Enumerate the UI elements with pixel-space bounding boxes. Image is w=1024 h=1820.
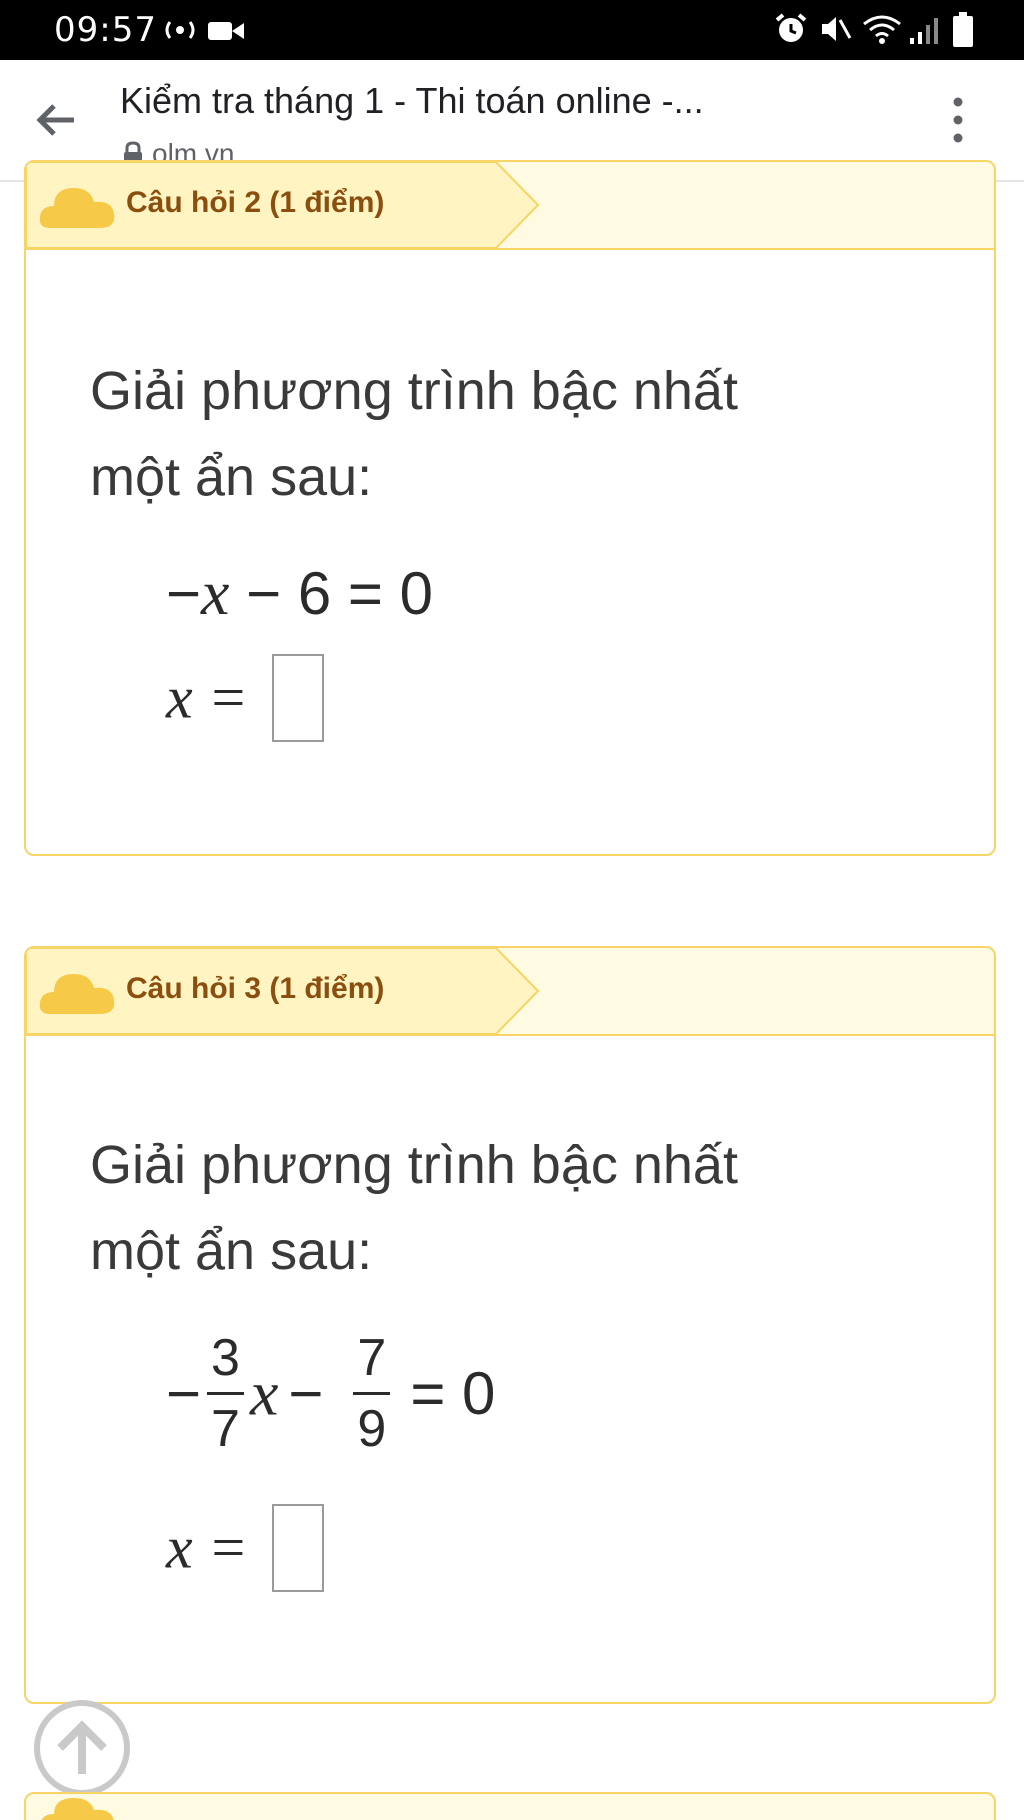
eq-rest: − 6 = 0 (229, 560, 433, 627)
answer-label: x = (166, 1514, 249, 1581)
fraction-2: 79 (353, 1328, 391, 1459)
answer-input[interactable] (272, 1504, 325, 1592)
page-title[interactable]: Kiểm tra tháng 1 - Thi toán online -... (120, 80, 840, 122)
question-title: Câu hỏi 3 (1 điểm) (126, 972, 385, 1005)
fraction-1: 37 (207, 1328, 244, 1459)
question-prompt: Giải phương trình bậc nhất một ẩn sau: (90, 348, 890, 520)
cloud-icon (39, 188, 115, 228)
prompt-line-1: Giải phương trình bậc nhất (90, 1135, 738, 1195)
more-vert-icon (953, 97, 963, 143)
fraction-1-denominator: 7 (211, 1400, 240, 1458)
battery-icon (953, 12, 973, 47)
wifi-icon (863, 15, 901, 44)
question-prompt: Giải phương trình bậc nhất một ẩn sau: (90, 1122, 890, 1294)
mute-icon (822, 17, 852, 41)
video-icon (208, 22, 244, 40)
cloud-icon (41, 1798, 114, 1820)
hotspot-icon (165, 21, 195, 39)
prompt-line-1: Giải phương trình bậc nhất (90, 361, 738, 421)
eq-rest: = 0 (410, 1360, 496, 1427)
question-card-2: Câu hỏi 2 (1 điểm) Giải phương trình bậc… (24, 160, 996, 856)
answer-row: x = (166, 654, 325, 742)
prompt-line-2: một ẩn sau: (90, 447, 373, 507)
answer-row: x = (166, 1504, 325, 1592)
cloud-icon (39, 974, 115, 1014)
question-title: Câu hỏi 2 (1 điểm) (126, 186, 385, 219)
eq-variable: x (249, 1357, 279, 1429)
fraction-1-numerator: 3 (207, 1328, 244, 1395)
arrow-up-icon (57, 1720, 107, 1774)
question-header: Câu hỏi 2 (1 điểm) (26, 162, 994, 250)
eq-variable: x (201, 557, 230, 628)
status-bar: 09:57 (0, 0, 1024, 60)
status-time: 09:57 (54, 10, 157, 50)
fraction-2-numerator: 7 (353, 1328, 391, 1395)
answer-label: x = (166, 664, 249, 731)
fraction-2-denominator: 9 (357, 1400, 387, 1458)
prompt-line-2: một ẩn sau: (90, 1221, 373, 1281)
eq-minus: − (166, 560, 202, 627)
back-arrow-icon (36, 104, 74, 136)
screen: 09:57 Kiểm tra tháng 1 - Thi toán online… (0, 0, 1024, 1820)
question-card-3: Câu hỏi 3 (1 điểm) Giải phương trình bậc… (24, 946, 996, 1704)
signal-icon (910, 18, 938, 44)
eq-minus-1: − (166, 1360, 202, 1427)
scroll-to-top-button[interactable] (34, 1700, 130, 1796)
equation: −x − 6 = 0 (166, 556, 433, 630)
back-button[interactable] (30, 98, 86, 142)
answer-input[interactable] (272, 654, 325, 742)
alarm-icon (775, 13, 807, 42)
more-menu-button[interactable] (940, 92, 976, 148)
eq-minus-2: − (288, 1360, 324, 1427)
equation: −3 7 x −7 9 = 0 (166, 1328, 495, 1459)
question-card-next (24, 1792, 996, 1820)
question-header: Câu hỏi 3 (1 điểm) (26, 948, 994, 1036)
